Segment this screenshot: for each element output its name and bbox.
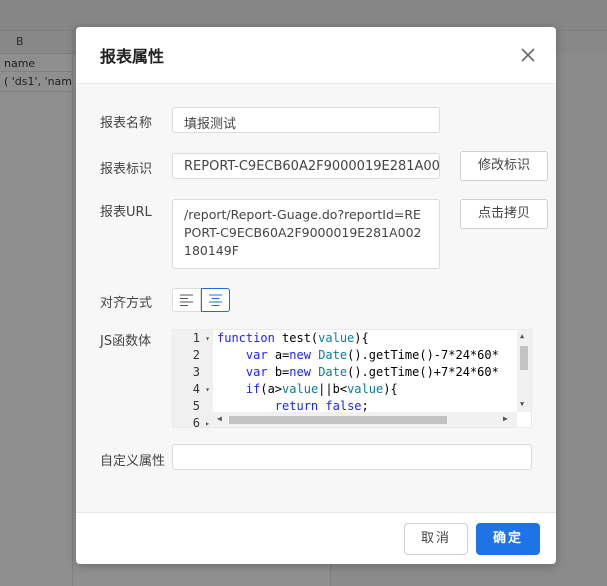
report-url-textarea[interactable]: /report/Report-Guage.do?reportId=REPORT-… — [172, 199, 440, 269]
code-line: if(a>value||b<value){ — [245, 382, 398, 396]
report-name-label: 报表名称 — [100, 116, 153, 131]
line-gutter: 1 ▾ 2 3 4 ▾ 5 6 ▸ — [173, 330, 213, 428]
js-code-editor[interactable]: 1 ▾ 2 3 4 ▾ 5 6 ▸ function test(value){ var… — [172, 329, 532, 428]
line-number: 4 ▾ — [192, 382, 210, 396]
scroll-up-icon[interactable]: ▲ — [520, 332, 524, 340]
bg-cell: name — [4, 57, 36, 70]
align-toggle-group — [172, 288, 232, 312]
scroll-left-icon[interactable]: ◀ — [217, 414, 222, 423]
align-center-icon — [209, 294, 222, 306]
cancel-button[interactable]: 取消 — [404, 523, 468, 555]
bg-grid-line — [0, 71, 72, 72]
scroll-right-icon[interactable]: ▶ — [503, 414, 508, 423]
line-number: 3 — [192, 365, 200, 379]
ok-button[interactable]: 确定 — [476, 523, 540, 555]
close-icon[interactable] — [516, 43, 540, 67]
dialog-footer: 取消 确定 — [76, 512, 556, 564]
align-center-button[interactable] — [201, 288, 230, 312]
copy-url-button[interactable]: 点击拷贝 — [460, 199, 548, 229]
dialog-header: 报表属性 — [76, 27, 556, 84]
line-number: 2 — [192, 348, 200, 362]
line-number: 5 — [192, 399, 200, 413]
report-url-label: 报表URL — [100, 205, 152, 220]
scroll-thumb[interactable] — [520, 346, 528, 370]
bg-grid-line — [72, 31, 73, 586]
custom-attr-input[interactable] — [172, 444, 532, 470]
align-label: 对齐方式 — [100, 296, 153, 311]
js-function-label: JS函数体 — [100, 334, 152, 349]
code-line: function test(value){ — [217, 331, 369, 345]
code-line: var b=new Date().getTime()+7*24*60* — [245, 365, 499, 379]
modify-id-button[interactable]: 修改标识 — [460, 151, 548, 181]
code-line: return false; — [274, 399, 369, 412]
scroll-thumb[interactable] — [229, 416, 447, 424]
line-number: 6 ▸ — [192, 416, 210, 428]
report-id-label: 报表标识 — [100, 162, 153, 177]
scroll-down-icon[interactable]: ▼ — [520, 400, 524, 408]
dialog-title: 报表属性 — [100, 47, 165, 66]
vertical-scrollbar[interactable]: ▲ ▼ — [517, 330, 531, 412]
bg-cell: ( 'ds1', 'nam — [4, 75, 72, 88]
align-left-button[interactable] — [172, 288, 201, 312]
report-name-input[interactable]: 填报测试 — [172, 107, 440, 133]
report-id-input[interactable]: REPORT-C9ECB60A2F9000019E281A002 — [172, 153, 440, 179]
code-area[interactable]: function test(value){ var a=new Date().g… — [213, 330, 517, 412]
align-left-icon — [180, 294, 193, 306]
report-properties-dialog: 报表属性 报表名称 填报测试 报表标识 REPORT-C9ECB60A2F900… — [76, 27, 556, 564]
bg-column-label: B — [16, 35, 24, 48]
custom-attr-label: 自定义属性 — [100, 454, 166, 469]
line-number: 1 ▾ — [192, 331, 210, 345]
code-line: var a=new Date().getTime()-7*24*60* — [245, 348, 499, 362]
bg-grid-line — [0, 91, 72, 92]
horizontal-scrollbar[interactable]: ◀ ▶ — [213, 412, 517, 427]
